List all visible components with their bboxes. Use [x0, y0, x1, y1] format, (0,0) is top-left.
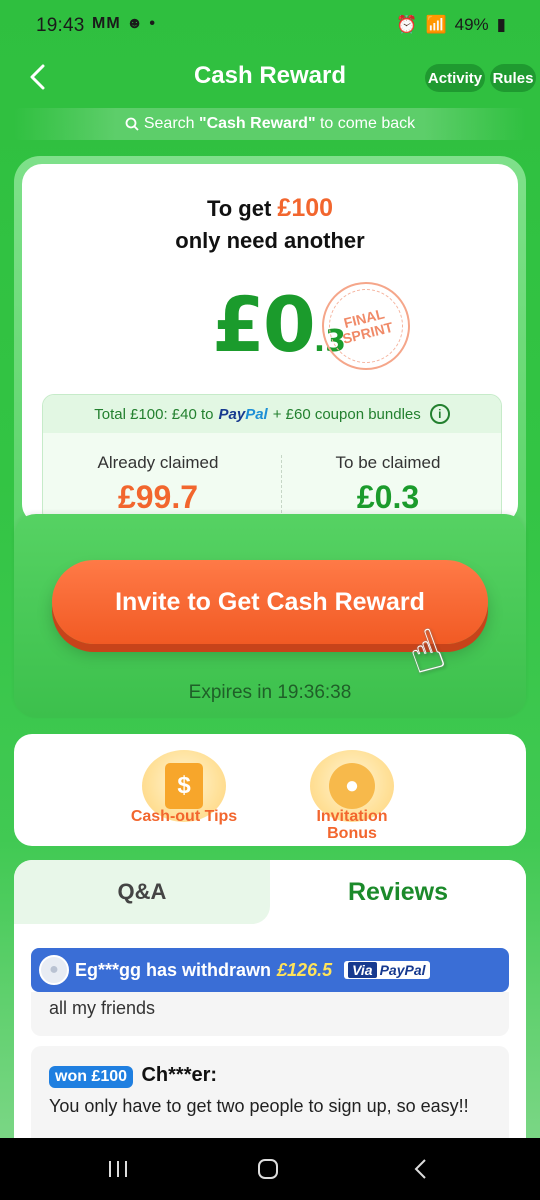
status-bar: 19:43 MM ☻ • ⏰ 📶 49% ▮	[0, 0, 540, 52]
battery-icon: ▮	[496, 15, 506, 34]
nav-back-button[interactable]	[400, 1152, 440, 1186]
tab-reviews[interactable]: Reviews	[270, 860, 526, 924]
recent-apps-icon	[109, 1161, 127, 1177]
bonus-label-line-1: Invitation	[316, 808, 388, 825]
paypal-logo-a: Pay	[218, 405, 246, 423]
claimed-label: Already claimed	[97, 453, 219, 472]
stamp-line-2: SPRINT	[340, 318, 395, 347]
total-suffix: + £60 coupon bundles	[272, 405, 421, 423]
review-text: all my friends	[49, 998, 156, 1018]
app-header: Cash Reward Activity Rules	[0, 52, 540, 102]
target-prefix: To get	[206, 196, 278, 221]
remaining-main: £0	[212, 280, 316, 369]
notification-icons: MM ☻ •	[92, 15, 156, 32]
search-hint-suffix: to come back	[315, 115, 416, 132]
expires-countdown: Expires in 19:36:38	[188, 682, 352, 703]
list-item: won £100 Ch***er: You only have to get t…	[31, 1046, 509, 1150]
status-time: 19:43	[36, 15, 85, 36]
search-hint-prefix: Search	[143, 115, 199, 132]
qa-reviews-section: Q&A Reviews ● Eg***gg has withdrawn £126…	[14, 860, 526, 1150]
search-hint-keyword: "Cash Reward"	[198, 115, 316, 132]
already-claimed: Already claimed £99.7	[43, 453, 273, 516]
system-nav-bar	[0, 1138, 540, 1200]
to-claim-label: To be claimed	[335, 453, 441, 472]
target-line: To get £100	[22, 194, 518, 223]
reward-card: To get £100 only need another £0.3 FINAL…	[22, 164, 518, 524]
recent-apps-button[interactable]	[98, 1152, 138, 1186]
withdraw-ticker: ● Eg***gg has withdrawn £126.5 Via PayPa…	[31, 948, 509, 992]
cash-out-tips[interactable]: $ Cash-out Tips	[124, 750, 244, 825]
target-amount: £100	[277, 194, 334, 222]
total-prefix: Total £100: £40 to	[94, 405, 214, 423]
reviewer-name: Ch***er:	[141, 1064, 218, 1086]
tab-qa[interactable]: Q&A	[14, 860, 270, 924]
home-icon	[258, 1159, 278, 1179]
list-item: all my friends	[31, 992, 509, 1036]
target-subline: only need another	[175, 228, 365, 253]
invitation-bonus-label: Invitation Bonus	[292, 808, 412, 842]
won-badge: won £100	[49, 1066, 134, 1088]
info-icon[interactable]: i	[429, 404, 450, 424]
cash-out-tips-label: Cash-out Tips	[130, 808, 238, 825]
claim-total-line: Total £100: £40 to PayPal + £60 coupon b…	[43, 395, 501, 433]
alarm-icon: ⏰	[396, 15, 418, 34]
system-icons: ⏰ 📶 49% ▮	[396, 15, 506, 35]
tips-card: $ Cash-out Tips ● Invitation Bonus	[14, 734, 526, 846]
review-text: You only have to get two people to sign …	[49, 1096, 469, 1116]
stamp-line-1: FINAL	[342, 305, 386, 331]
invitation-bonus[interactable]: ● Invitation Bonus	[292, 750, 412, 842]
rules-button[interactable]: Rules	[490, 64, 536, 92]
activity-button[interactable]: Activity	[425, 64, 485, 92]
paypal-label: PayPal	[379, 962, 426, 978]
search-icon	[125, 117, 139, 131]
paypal-logo-b: Pal	[245, 405, 268, 423]
via-paypal-badge: Via PayPal	[344, 961, 430, 979]
avatar: ●	[39, 955, 69, 985]
withdraw-amount: £126.5	[277, 959, 333, 980]
withdraw-user: Eg***gg has withdrawn	[75, 959, 272, 980]
chevron-left-icon	[414, 1159, 426, 1179]
home-button[interactable]	[248, 1152, 288, 1186]
bonus-label-line-2: Bonus	[327, 825, 377, 842]
via-label: Via	[348, 962, 377, 978]
battery-percent: 49%	[454, 15, 489, 34]
search-hint-banner: Search "Cash Reward" to come back	[14, 108, 526, 140]
paypal-logo: PayPal	[219, 406, 268, 423]
invite-panel: Invite to Get Cash Reward ☝ Expires in 1…	[14, 514, 526, 718]
wifi-icon: 📶	[425, 15, 447, 34]
to-claim-value: £0.3	[356, 479, 420, 515]
to-be-claimed: To be claimed £0.3	[273, 453, 501, 516]
claim-summary: Total £100: £40 to PayPal + £60 coupon b…	[42, 394, 502, 524]
claimed-value: £99.7	[117, 479, 199, 515]
